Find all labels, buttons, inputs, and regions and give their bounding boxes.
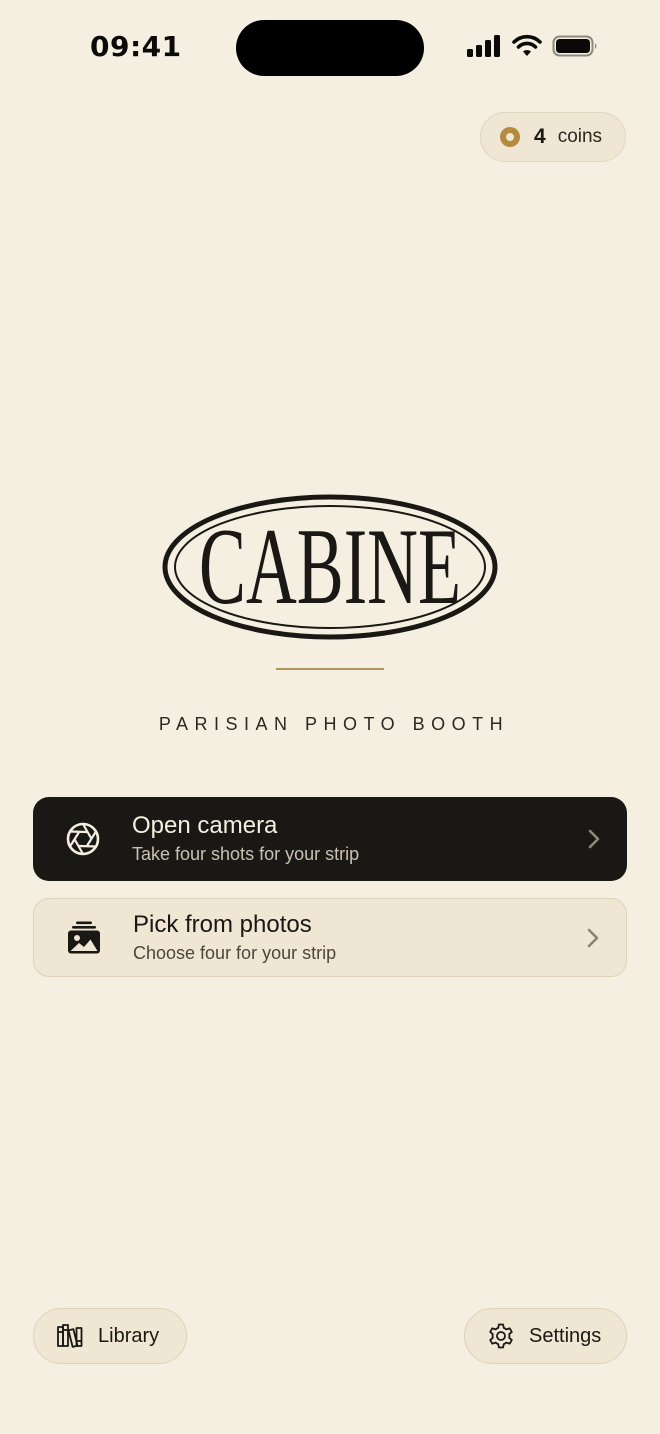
tagline: PARISIAN PHOTO BOOTH [158, 714, 510, 734]
settings-button[interactable]: Settings [464, 1308, 627, 1364]
battery-icon [552, 35, 597, 57]
photo-stack-icon [68, 921, 100, 953]
library-button[interactable]: Library [33, 1308, 187, 1364]
pick-photos-subtitle: Choose four for your strip [133, 942, 337, 963]
coins-balance-pill[interactable]: 4 coins [480, 112, 626, 162]
coin-icon [500, 127, 520, 147]
cellular-signal-icon [467, 35, 500, 57]
coins-count: 4 [534, 125, 546, 148]
open-camera-subtitle: Take four shots for your strip [132, 844, 360, 864]
library-label: Library [98, 1324, 160, 1347]
logo-divider [276, 668, 384, 670]
coins-label: coins [557, 126, 603, 147]
open-camera-title: Open camera [132, 812, 278, 839]
pick-from-photos-button[interactable]: Pick from photos Choose four for your st… [33, 898, 627, 977]
cabine-logo: CABINE [162, 494, 498, 640]
status-time: 09:41 [90, 30, 182, 63]
gear-icon [489, 1323, 513, 1349]
library-books-icon [57, 1324, 83, 1348]
status-icons [466, 34, 606, 64]
chevron-right-icon [588, 829, 600, 849]
aperture-icon [66, 822, 100, 856]
settings-label: Settings [529, 1324, 602, 1347]
dynamic-island [236, 20, 424, 76]
wifi-icon [512, 34, 542, 56]
chevron-right-icon [587, 928, 599, 947]
pick-photos-title: Pick from photos [133, 910, 312, 938]
open-camera-button[interactable]: Open camera Take four shots for your str… [33, 797, 627, 881]
logo-text: CABINE [199, 507, 461, 628]
status-bar: 09:41 [0, 0, 660, 100]
